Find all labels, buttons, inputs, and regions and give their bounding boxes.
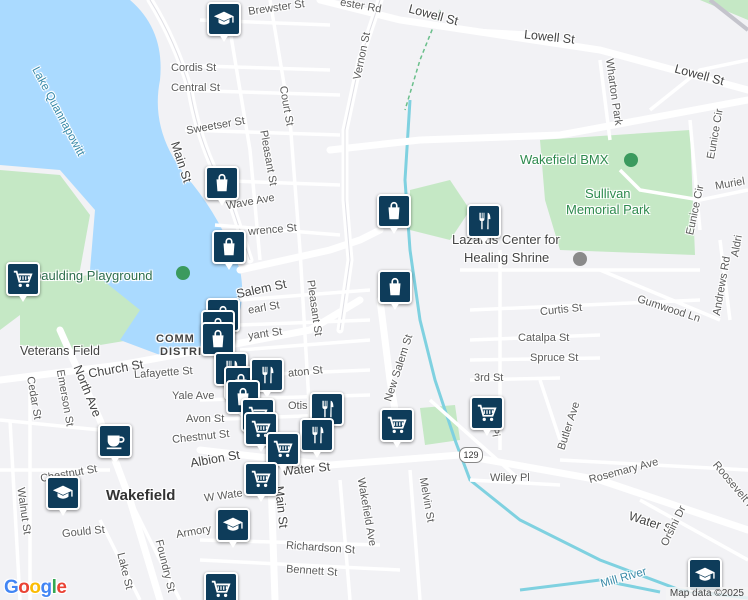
spaulding-playground-label: paulding Playground xyxy=(34,268,153,283)
central-st-label: Central St xyxy=(171,82,220,94)
grocery-pin[interactable] xyxy=(204,572,238,600)
cart-icon xyxy=(380,408,414,442)
veterans-field-label: Veterans Field xyxy=(20,344,100,358)
shopping-pin[interactable] xyxy=(212,230,246,274)
cafe-pin[interactable] xyxy=(98,424,132,468)
otis-st-label: Otis xyxy=(288,400,308,412)
grocery-pin[interactable] xyxy=(470,396,504,440)
wakefield-city-label: Wakefield xyxy=(106,487,176,504)
lazarus-center-label-2: Healing Shrine xyxy=(464,250,550,265)
cart-icon xyxy=(204,572,238,600)
wiley-pl-label: Wiley Pl xyxy=(490,472,530,484)
catalpa-st-label: Catalpa St xyxy=(518,332,570,344)
park-marker-icon[interactable] xyxy=(624,153,638,167)
wakefield-bmx-label: Wakefield BMX xyxy=(520,152,609,167)
shopping-pin[interactable] xyxy=(377,194,411,238)
sullivan-park-label-1: Sullivan xyxy=(585,186,631,201)
cart-icon xyxy=(470,396,504,430)
bag-icon xyxy=(378,270,412,304)
common-district-label-2: DISTRI xyxy=(160,346,203,358)
grocery-pin[interactable] xyxy=(380,408,414,452)
cup-icon xyxy=(98,424,132,458)
cart-icon xyxy=(6,262,40,296)
grocery-pin[interactable] xyxy=(6,262,40,306)
yale-ave-label: Yale Ave xyxy=(172,390,215,402)
fork-knife-icon xyxy=(467,204,501,238)
map-attribution[interactable]: Map data ©2025 xyxy=(665,587,748,600)
spruce-st-label: Spruce St xyxy=(530,352,579,364)
cart-icon xyxy=(244,462,278,496)
bag-icon xyxy=(212,230,246,264)
shopping-pin[interactable] xyxy=(378,270,412,314)
bag-icon xyxy=(205,166,239,200)
cart-icon xyxy=(266,432,300,466)
school-pin[interactable] xyxy=(216,508,250,552)
mortarboard-icon xyxy=(216,508,250,542)
map-canvas[interactable]: Lake Quannapowitt Brewster St ester Rd L… xyxy=(0,0,748,600)
bag-icon xyxy=(377,194,411,228)
cordis-st-label: Cordis St xyxy=(171,62,217,74)
mortarboard-icon xyxy=(207,2,241,36)
common-district-label-1: COMM xyxy=(156,333,195,345)
avon-st-label: Avon St xyxy=(186,413,225,425)
playground-marker-icon[interactable] xyxy=(176,266,190,280)
third-st-label: 3rd St xyxy=(474,372,504,384)
google-logo: Google xyxy=(4,577,67,598)
restaurant-pin[interactable] xyxy=(300,418,334,462)
school-pin[interactable] xyxy=(46,476,80,520)
mortarboard-icon xyxy=(46,476,80,510)
sullivan-park-label-2: Memorial Park xyxy=(566,202,650,217)
school-pin[interactable] xyxy=(207,2,241,46)
grocery-pin[interactable] xyxy=(244,462,278,506)
bag-icon xyxy=(201,322,235,356)
restaurant-pin[interactable] xyxy=(467,204,501,248)
shopping-pin[interactable] xyxy=(205,166,239,210)
church-marker-icon[interactable] xyxy=(573,252,587,266)
route-129-shield: 129 xyxy=(459,447,483,463)
fork-knife-icon xyxy=(300,418,334,452)
